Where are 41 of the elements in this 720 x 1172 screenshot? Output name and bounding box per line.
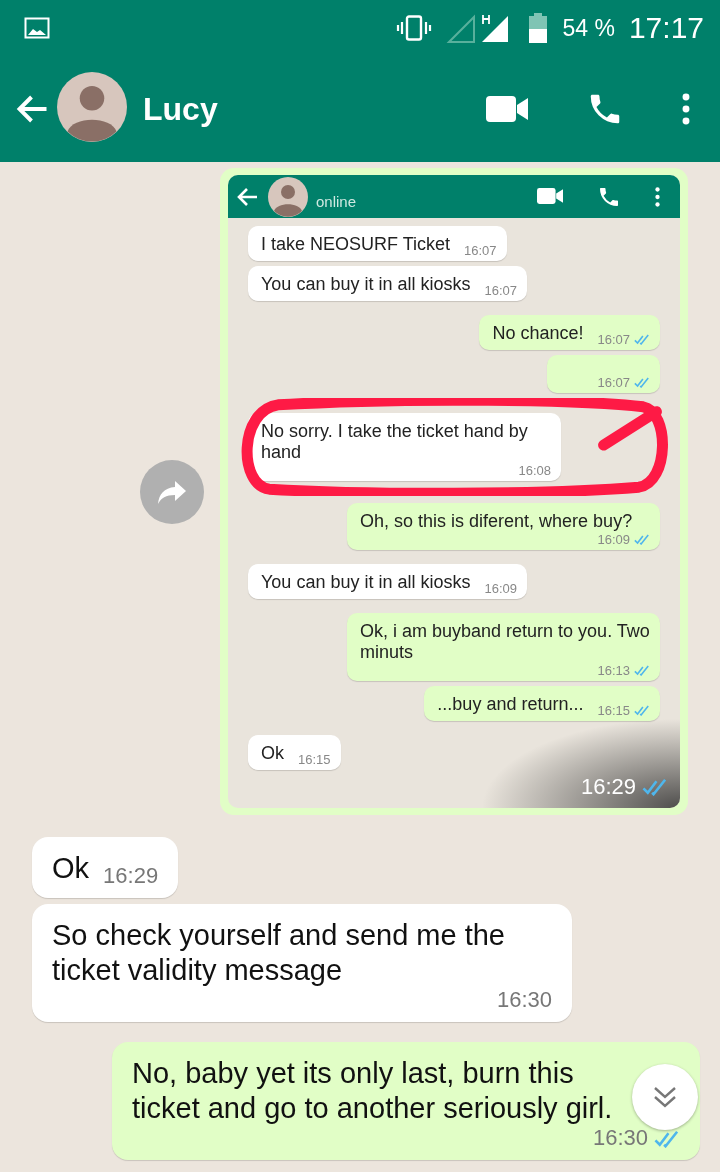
message-text: I take NEOSURF Ticket [261, 234, 451, 255]
message-time: 16:30 [496, 987, 552, 1014]
video-camera-icon[interactable] [486, 96, 528, 122]
message-time: 16:15 [298, 752, 331, 767]
battery-percentage: 54 % [562, 14, 615, 42]
message-text: Ok, i am buyband return to you. Two minuts [360, 621, 650, 663]
more-options-icon[interactable] [682, 93, 690, 125]
avatar-icon[interactable] [268, 176, 308, 217]
video-camera-icon[interactable] [537, 188, 563, 205]
message-text: ...buy and return... [437, 694, 584, 715]
message-text: Ok [52, 851, 90, 886]
avatar-icon[interactable] [57, 72, 127, 142]
message-text: No chance! [492, 323, 584, 344]
message-text: Oh, so this is diferent, where buy? [360, 511, 633, 532]
more-options-icon[interactable] [655, 186, 660, 207]
message-text: You can buy it in all kiosks [261, 572, 471, 593]
message-time: 16:09 [484, 581, 517, 596]
message-time: 16:07 [597, 375, 630, 390]
message-time: 16:29 [103, 863, 159, 890]
message-text: No sorry. I take the ticket hand by hand [261, 421, 529, 463]
image-time: 16:29 [580, 774, 636, 800]
status-time: 17:17 [628, 11, 704, 45]
message-time: 16:15 [597, 703, 630, 718]
message-text: No, baby yet its only last, burn this ticket and go to another seriously girl. [132, 1055, 614, 1126]
message-time: 16:07 [464, 243, 497, 258]
message-time: 16:09 [597, 532, 630, 547]
message-text: Ok [261, 743, 284, 764]
contact-status: online [316, 193, 358, 210]
message-time: 16:07 [597, 332, 630, 347]
image-icon [24, 17, 50, 39]
message-time: 16:30 [592, 1125, 648, 1152]
share-arrow-icon [157, 478, 187, 505]
contact-name[interactable]: Lucy [143, 90, 486, 128]
message-time: 16:08 [518, 463, 551, 478]
message-text: You can buy it in all kiosks [261, 274, 471, 295]
message-text: So check yourself and send me the ticket validity message [52, 917, 506, 988]
battery-icon [528, 13, 549, 43]
message-time: 16:13 [597, 663, 630, 678]
chevrons-down-icon [652, 1085, 678, 1109]
vibrate-icon [396, 15, 433, 41]
message-time: 16:07 [484, 283, 517, 298]
